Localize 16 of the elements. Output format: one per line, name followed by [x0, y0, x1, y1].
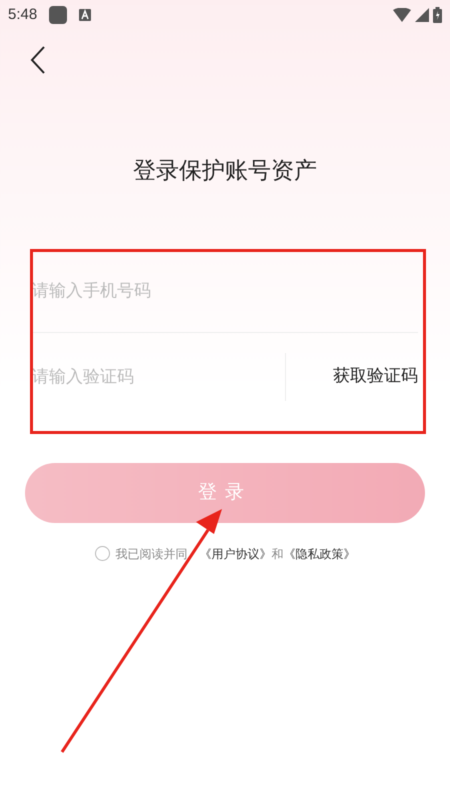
get-code-button[interactable]: 获取验证码: [286, 364, 418, 390]
privacy-policy-link[interactable]: 《隐私政策》: [284, 544, 356, 562]
agreement-joiner: 和: [272, 546, 284, 562]
page-title: 登录保护账号资产: [132, 157, 318, 186]
keyboard-icon: [79, 9, 92, 21]
status-time: 5:48: [8, 4, 38, 25]
agreement-checkbox[interactable]: [94, 546, 110, 561]
app-icon: [49, 6, 68, 24]
code-input[interactable]: 请输入验证码: [32, 352, 286, 400]
wifi-icon: [393, 8, 411, 22]
user-agreement-link[interactable]: 《用户协议》: [200, 544, 272, 562]
phone-input[interactable]: 请输入手机号码: [32, 250, 418, 332]
signal-icon: [415, 8, 429, 22]
back-icon: [30, 45, 46, 75]
battery-icon: [433, 7, 442, 23]
agreement-text: 我已阅读并同: [116, 546, 188, 562]
